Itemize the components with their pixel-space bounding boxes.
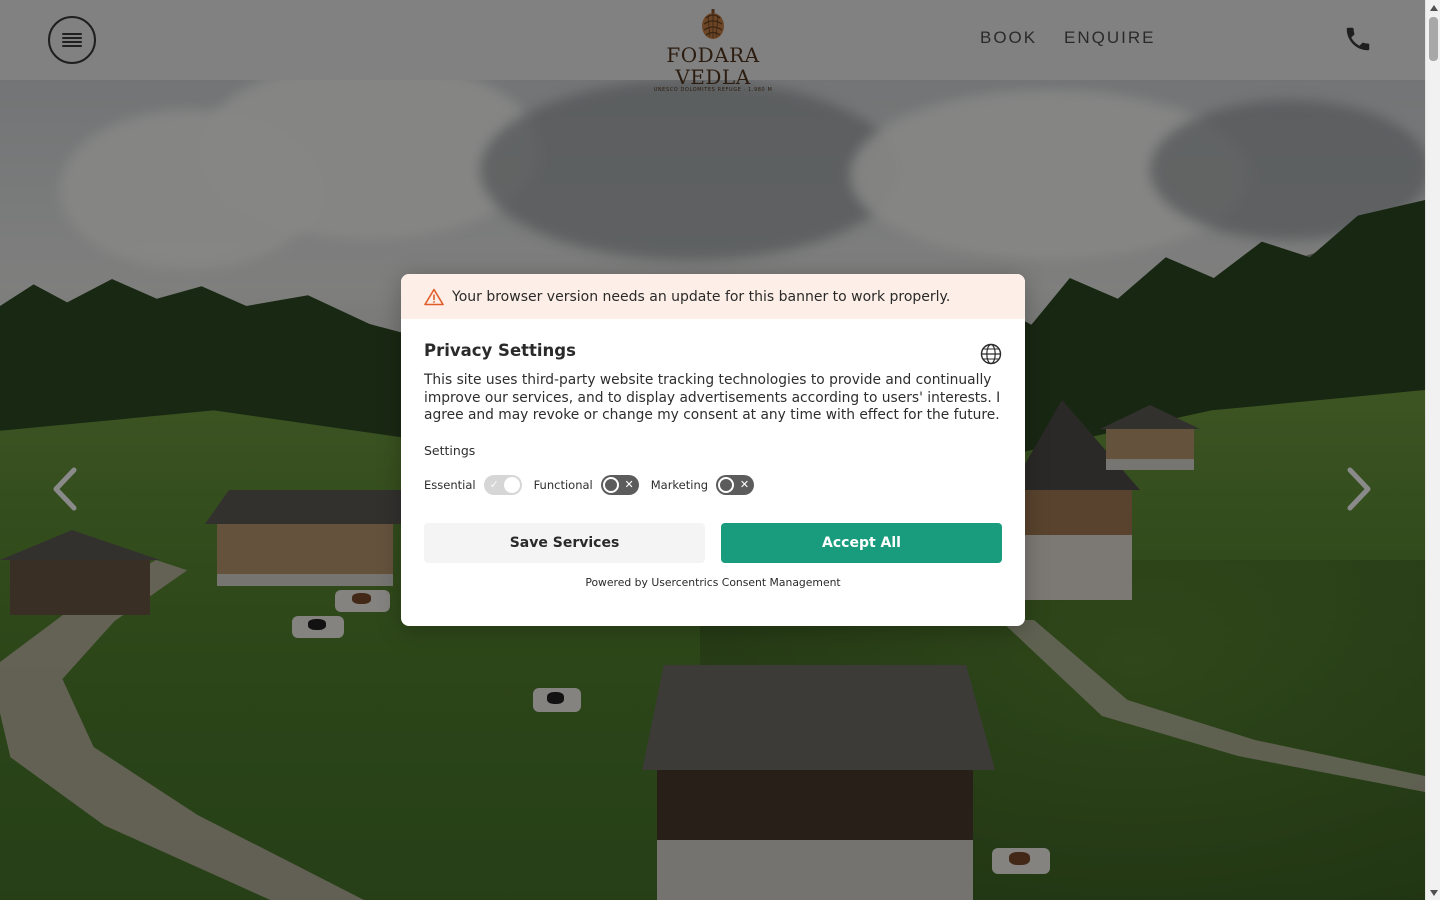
consent-description: This site uses third-party website track…: [424, 372, 1001, 423]
hamburger-menu-icon: [62, 33, 82, 47]
privacy-consent-dialog: Your browser version needs an update for…: [401, 274, 1025, 626]
toggle-functional-label: Functional: [533, 477, 593, 492]
settings-label: Settings: [424, 442, 476, 458]
logo-tagline: UNESCO DOLOMITES REFUGE · 1.980 M: [653, 87, 773, 93]
menu-button[interactable]: [48, 16, 96, 64]
consent-toggles: Essential ✓ Functional ✕ Marketing ✕: [424, 474, 1002, 496]
nav-book-link[interactable]: BOOK: [980, 28, 1037, 48]
language-globe-icon[interactable]: [980, 343, 1002, 365]
scrollbar-thumb[interactable]: [1429, 17, 1438, 61]
toggle-marketing-label: Marketing: [650, 477, 709, 492]
toggle-essential: Essential ✓: [424, 474, 522, 495]
scroll-up-arrow-icon[interactable]: [1426, 0, 1440, 15]
marketing-switch[interactable]: ✕: [716, 474, 755, 495]
toggle-functional: Functional ✕: [533, 474, 639, 495]
close-x-icon: ✕: [624, 477, 634, 491]
scroll-down-arrow-icon[interactable]: [1426, 885, 1440, 900]
close-x-icon: ✕: [739, 477, 750, 491]
powered-by-link[interactable]: Powered by Usercentrics Consent Manageme…: [424, 576, 1002, 589]
nav-enquire-link[interactable]: ENQUIRE: [1064, 28, 1155, 48]
phone-icon[interactable]: [1343, 24, 1373, 54]
browser-warning-banner: Your browser version needs an update for…: [401, 274, 1025, 319]
logo-wordmark: FODARA VEDLA: [666, 43, 760, 89]
chevron-left-icon[interactable]: [50, 466, 82, 512]
site-header: FODARA VEDLA UNESCO DOLOMITES REFUGE · 1…: [0, 0, 1425, 93]
accept-all-button[interactable]: Accept All: [721, 522, 1002, 563]
page-scrollbar[interactable]: [1425, 0, 1440, 900]
site-logo[interactable]: FODARA VEDLA UNESCO DOLOMITES REFUGE · 1…: [640, 8, 786, 93]
functional-switch[interactable]: ✕: [600, 474, 639, 495]
save-services-button[interactable]: Save Services: [424, 522, 705, 563]
warning-triangle-icon: [424, 288, 444, 305]
chevron-right-icon[interactable]: [1342, 466, 1374, 512]
consent-body: Privacy Settings This site uses third-pa…: [401, 319, 1025, 589]
browser-warning-text: Your browser version needs an update for…: [452, 288, 951, 305]
toggle-marketing: Marketing ✕: [650, 474, 755, 495]
pine-cone-logo-icon: [702, 9, 724, 39]
consent-buttons: Save Services Accept All: [424, 522, 1002, 563]
check-icon: ✓: [489, 477, 499, 491]
toggle-essential-label: Essential: [424, 477, 476, 492]
consent-title: Privacy Settings: [424, 341, 576, 360]
essential-switch: ✓: [483, 474, 522, 495]
